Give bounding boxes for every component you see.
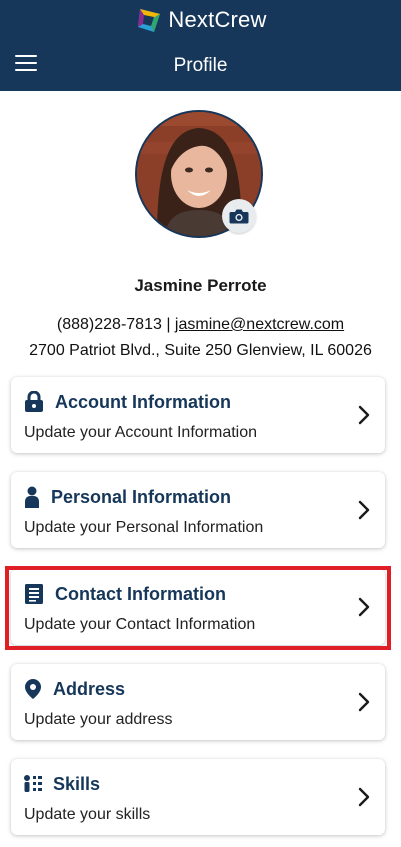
chevron-right-icon: [358, 597, 370, 617]
personal-information-card[interactable]: Personal Information Update your Persona…: [11, 472, 385, 548]
change-photo-button[interactable]: [222, 199, 256, 233]
nextcrew-logo-icon: [138, 9, 161, 32]
card-title: Account Information: [55, 391, 231, 412]
chevron-right-icon: [358, 692, 370, 712]
avatar-container: [135, 110, 263, 238]
address-card[interactable]: Address Update your address: [11, 664, 385, 740]
profile-name: Jasmine Perrote: [134, 276, 267, 295]
card-title: Personal Information: [51, 486, 232, 507]
card-header: Skills: [23, 773, 100, 795]
camera-icon: [229, 209, 249, 224]
card-subtitle: Update your Contact Information: [24, 616, 256, 633]
skills-icon: [23, 773, 43, 795]
contact-line: (888)228-7813 | jasmine@nextcrew.com: [0, 316, 401, 334]
card-header: Personal Information: [23, 486, 231, 508]
skills-card[interactable]: Skills Update your skills: [11, 759, 385, 835]
card-header: Address: [23, 678, 125, 700]
map-pin-icon: [23, 678, 43, 700]
brand-name: NextCrew: [168, 7, 267, 32]
card-header: Account Information: [23, 391, 231, 413]
chevron-right-icon: [358, 405, 370, 425]
profile-address: 2700 Patriot Blvd., Suite 250 Glenview, …: [29, 342, 372, 359]
lock-icon: [23, 391, 45, 413]
card-title: Skills: [53, 773, 101, 794]
email-link[interactable]: jasmine@nextcrew.com: [175, 316, 344, 333]
contact-book-icon: [23, 583, 45, 605]
page-title: Profile: [173, 55, 228, 76]
card-title: Contact Information: [55, 583, 226, 604]
contact-separator: |: [166, 316, 171, 333]
contact-information-card[interactable]: Contact Information Update your Contact …: [11, 569, 385, 645]
card-subtitle: Update your Personal Information: [24, 519, 264, 536]
card-header: Contact Information: [23, 583, 226, 605]
top-app-bar: NextCrew Profile: [0, 0, 401, 91]
chevron-right-icon: [358, 787, 370, 807]
card-title: Address: [53, 678, 126, 699]
card-subtitle: Update your Account Information: [24, 424, 258, 441]
phone-number: (888)228-7813: [56, 316, 162, 333]
person-icon: [23, 486, 41, 508]
card-subtitle: Update your address: [24, 711, 173, 728]
card-subtitle: Update your skills: [24, 806, 151, 823]
app-root: NextCrew Profile Jasmine Perrote (888)22…: [0, 0, 401, 847]
brand: NextCrew: [0, 3, 401, 37]
chevron-right-icon: [358, 500, 370, 520]
account-information-card[interactable]: Account Information Update your Account …: [11, 377, 385, 453]
